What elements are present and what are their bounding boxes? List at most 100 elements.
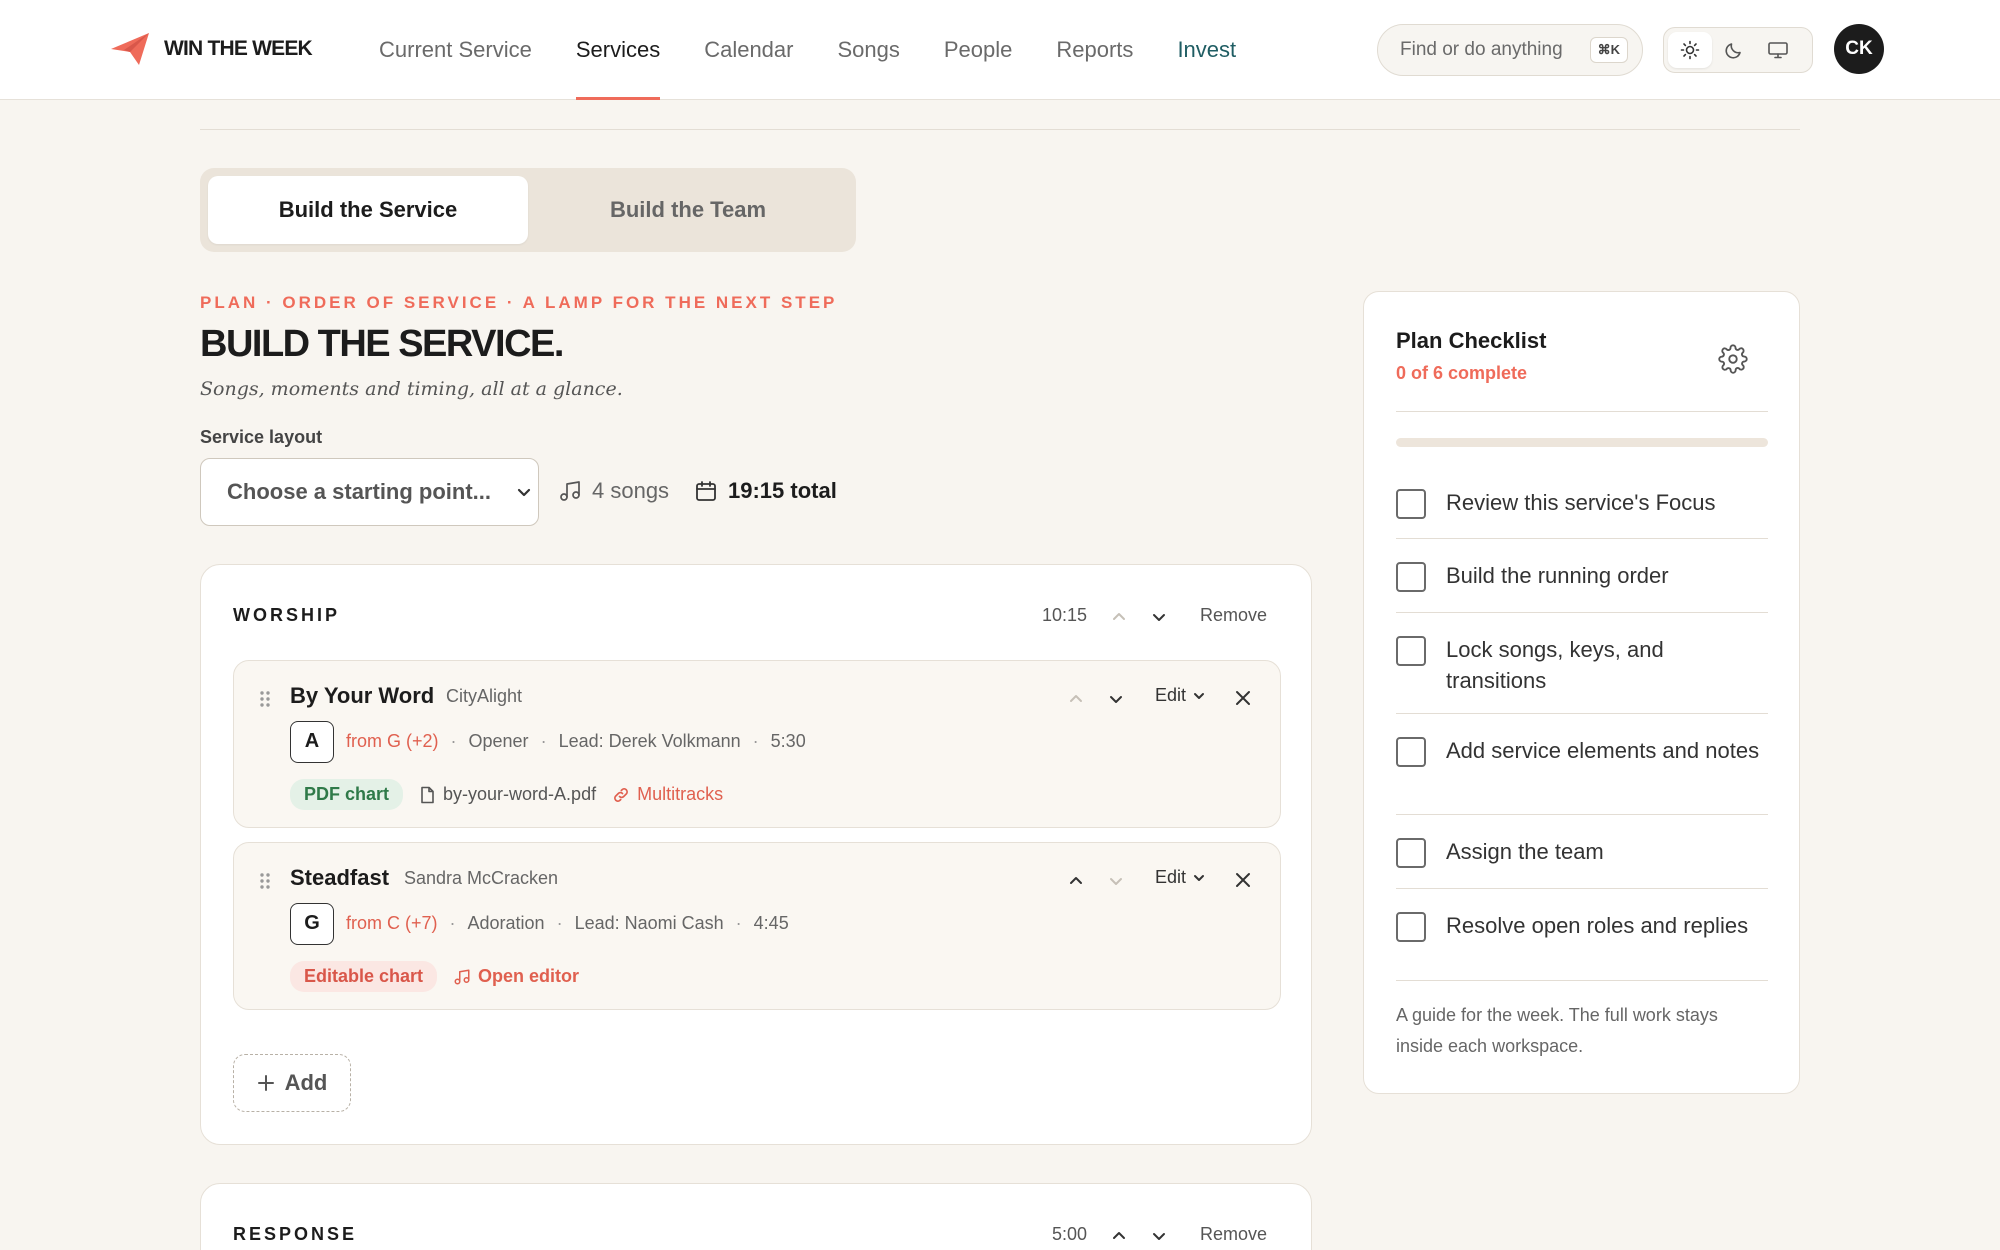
checklist-footer: A guide for the week. The full work stay… xyxy=(1396,1005,1718,1056)
chevron-down-icon[interactable] xyxy=(1149,1226,1169,1246)
chevron-down-icon xyxy=(516,484,532,500)
song-resources: Editable chart Open editor xyxy=(290,961,579,992)
search-placeholder: Find or do anything xyxy=(1400,39,1563,60)
song-title: Steadfast xyxy=(290,865,390,890)
drag-handle-icon[interactable] xyxy=(258,689,272,709)
checklist-divider xyxy=(1396,411,1768,412)
tab-build-team[interactable]: Build the Team xyxy=(528,176,848,244)
songs-count-text: 4 songs xyxy=(592,478,670,503)
song-artist: Sandra McCracken xyxy=(404,868,559,888)
checkbox[interactable] xyxy=(1396,562,1426,592)
main-nav: Current Service Services Calendar Songs … xyxy=(379,0,1280,100)
header-divider xyxy=(200,129,1800,130)
checklist-item[interactable]: Add service elements and notes xyxy=(1396,735,1768,799)
monitor-icon xyxy=(1767,40,1789,60)
plus-icon xyxy=(257,1074,275,1092)
pdf-file-link[interactable]: by-your-word-A.pdf xyxy=(419,784,596,805)
command-search[interactable]: Find or do anything ⌘K xyxy=(1377,24,1643,76)
song-lead: Lead: Naomi Cash xyxy=(574,913,724,933)
remove-section-button[interactable]: Remove xyxy=(1200,1224,1267,1245)
chevron-up-icon[interactable] xyxy=(1066,689,1086,709)
shortcut-badge: ⌘K xyxy=(1589,37,1628,63)
checkbox[interactable] xyxy=(1396,737,1426,767)
checklist-item[interactable]: Resolve open roles and replies xyxy=(1396,910,1768,950)
song-lead: Lead: Derek Volkmann xyxy=(558,731,741,751)
open-editor-link[interactable]: Open editor xyxy=(453,966,579,987)
page-title: BUILD THE SERVICE. xyxy=(200,323,564,365)
checklist-item[interactable]: Lock songs, keys, and transitions xyxy=(1396,634,1768,698)
checklist-item[interactable]: Review this service's Focus xyxy=(1396,487,1768,527)
theme-system-button[interactable] xyxy=(1756,32,1800,68)
nav-services[interactable]: Services xyxy=(575,0,661,100)
chart-type-badge: PDF chart xyxy=(290,779,404,810)
brand[interactable]: WIN THE WEEK xyxy=(110,32,313,66)
service-layout-select[interactable]: Choose a starting point... xyxy=(200,458,539,526)
nav-invest[interactable]: Invest xyxy=(1177,0,1236,100)
service-layout-label: Service layout xyxy=(200,427,323,447)
chevron-down-icon xyxy=(1192,871,1206,885)
theme-dark-button[interactable] xyxy=(1712,32,1756,68)
song-role: Adoration xyxy=(467,913,545,933)
gear-icon[interactable] xyxy=(1718,344,1748,374)
close-icon[interactable] xyxy=(1234,689,1252,707)
song-card: Steadfast Sandra McCracken Edit G from C… xyxy=(233,842,1281,1010)
paper-plane-icon xyxy=(110,32,150,66)
transpose-info: from C (+7) xyxy=(346,913,438,933)
song-meta: from C (+7) · Adoration · Lead: Naomi Ca… xyxy=(346,913,789,933)
nav-calendar[interactable]: Calendar xyxy=(704,0,793,100)
checkbox[interactable] xyxy=(1396,489,1426,519)
chevron-up-icon[interactable] xyxy=(1109,607,1129,627)
link-icon xyxy=(612,786,630,804)
nav-current-service[interactable]: Current Service xyxy=(379,0,532,100)
songs-count: 4 songs xyxy=(558,478,669,504)
sun-icon xyxy=(1680,40,1700,60)
chevron-down-icon[interactable] xyxy=(1149,607,1169,627)
chevron-down-icon[interactable] xyxy=(1106,871,1126,891)
nav-songs[interactable]: Songs xyxy=(837,0,899,100)
checklist-item-label: Add service elements and notes xyxy=(1446,738,1760,763)
select-value: Choose a starting point... xyxy=(227,479,492,504)
section-duration: 10:15 xyxy=(1041,605,1087,625)
checkbox[interactable] xyxy=(1396,912,1426,942)
drag-handle-icon[interactable] xyxy=(258,871,272,891)
page-subtitle: Songs, moments and timing, all at a glan… xyxy=(200,378,623,400)
tab-build-service[interactable]: Build the Service xyxy=(208,176,528,244)
nav-reports[interactable]: Reports xyxy=(1056,0,1133,100)
chevron-down-icon[interactable] xyxy=(1106,689,1126,709)
checkbox[interactable] xyxy=(1396,636,1426,666)
file-name: by-your-word-A.pdf xyxy=(443,784,597,804)
file-icon xyxy=(419,786,435,804)
chevron-up-icon[interactable] xyxy=(1066,871,1086,891)
chart-type-badge: Editable chart xyxy=(290,961,438,992)
section-title: WORSHIP xyxy=(233,605,341,625)
add-label: Add xyxy=(284,1070,328,1095)
edit-song-button[interactable]: Edit xyxy=(1155,867,1206,888)
remove-section-button[interactable]: Remove xyxy=(1200,605,1267,626)
song-resources: PDF chart by-your-word-A.pdf Multitracks xyxy=(290,779,723,810)
checklist-item[interactable]: Assign the team xyxy=(1396,836,1768,876)
checklist-divider xyxy=(1396,713,1768,714)
edit-label: Edit xyxy=(1154,685,1186,705)
checklist-item-label: Review this service's Focus xyxy=(1446,490,1716,515)
checkbox[interactable] xyxy=(1396,838,1426,868)
multitracks-link[interactable]: Multitracks xyxy=(612,784,723,805)
section-header: RESPONSE 5:00 Remove xyxy=(233,1222,1267,1250)
chevron-down-icon xyxy=(1192,689,1206,703)
theme-light-button[interactable] xyxy=(1668,32,1712,68)
link-label: Multitracks xyxy=(637,784,724,804)
user-avatar[interactable]: CK xyxy=(1834,24,1884,74)
close-icon[interactable] xyxy=(1234,871,1252,889)
page-eyebrow: PLAN · ORDER OF SERVICE · A LAMP FOR THE… xyxy=(200,293,838,312)
song-role: Opener xyxy=(468,731,529,751)
section-duration: 5:00 xyxy=(1051,1224,1087,1244)
checklist-divider xyxy=(1396,980,1768,981)
nav-people[interactable]: People xyxy=(944,0,1013,100)
checklist-item[interactable]: Build the running order xyxy=(1396,560,1768,600)
edit-song-button[interactable]: Edit xyxy=(1155,685,1206,706)
song-duration: 5:30 xyxy=(770,731,806,751)
section-title: RESPONSE xyxy=(233,1224,358,1244)
transpose-info: from G (+2) xyxy=(346,731,439,751)
chevron-up-icon[interactable] xyxy=(1109,1226,1129,1246)
checklist-divider xyxy=(1396,538,1768,539)
add-item-button[interactable]: Add xyxy=(233,1054,351,1112)
